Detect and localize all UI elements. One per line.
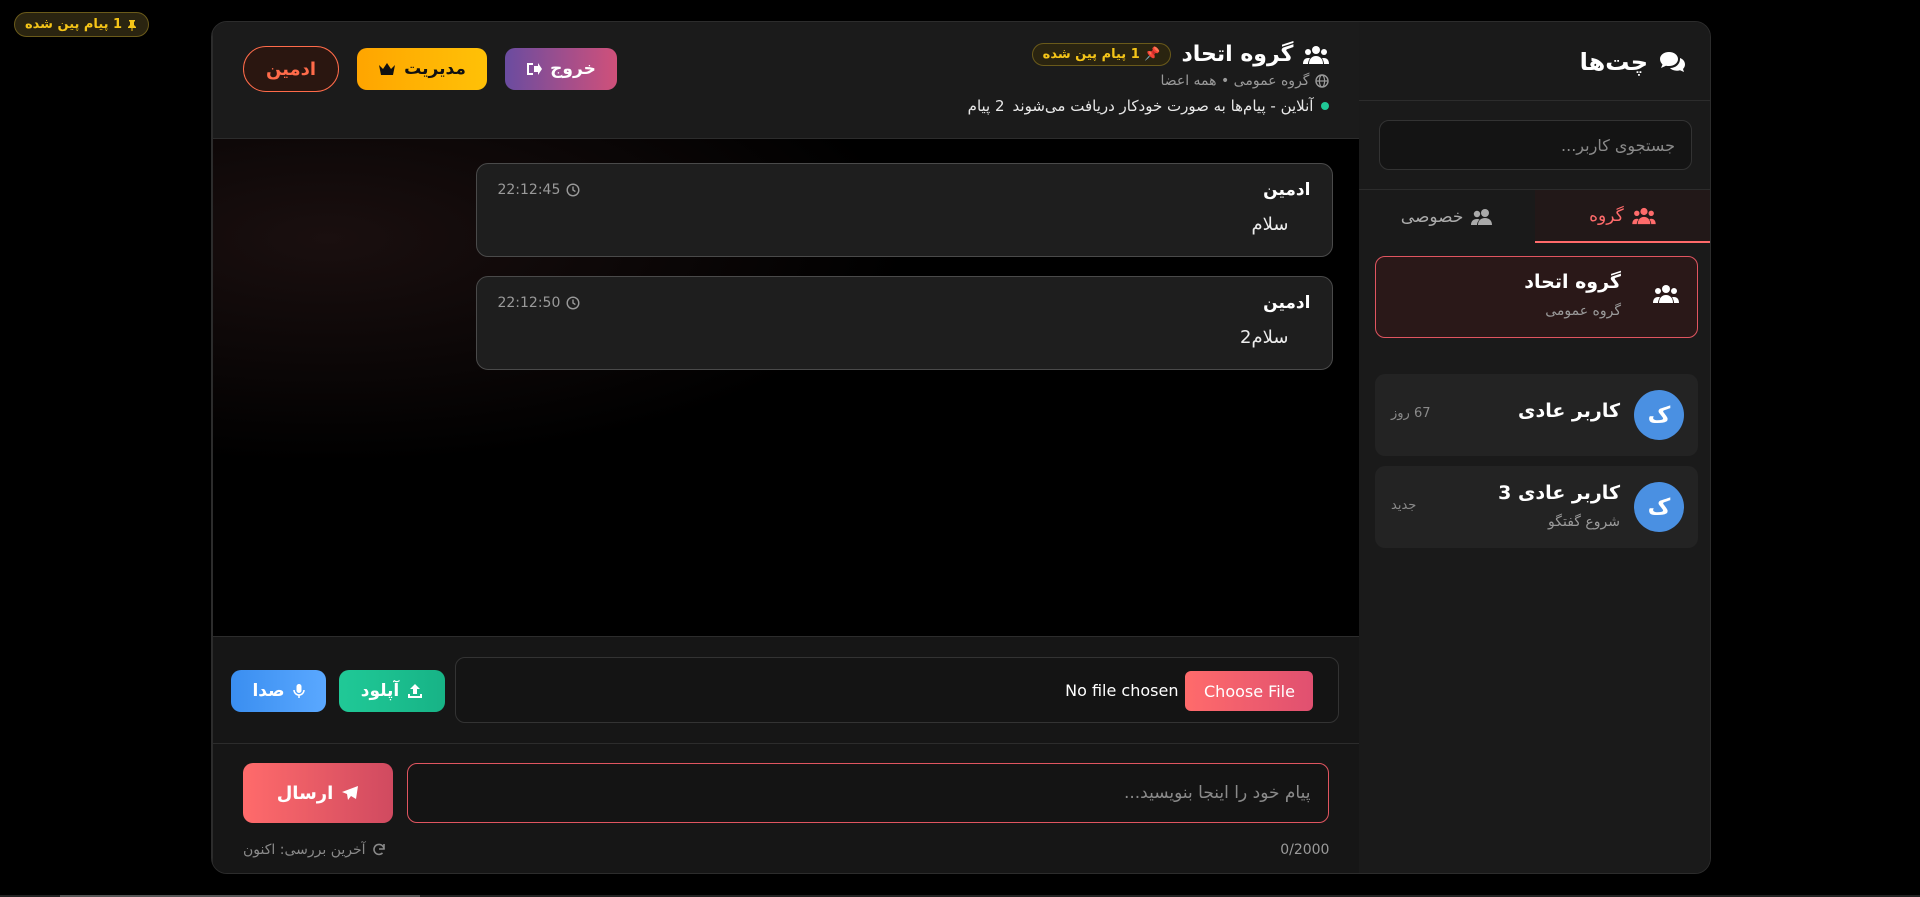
tab-group[interactable]: گروه: [1534, 190, 1710, 243]
pinned-messages-label: 1 پیام پین شده: [25, 17, 123, 32]
upload-button[interactable]: آپلود: [339, 670, 445, 712]
message-bubble[interactable]: ادمین سلام 22:12:45: [476, 163, 1334, 257]
message-time: 22:12:50: [497, 295, 580, 311]
chat-header: گروه اتحاد 📌 1 پیام پین شده گروه عمومی •…: [213, 22, 1360, 139]
sidebar: چت‌ها گروه خصوصی گروه اتحاد گرو: [1359, 22, 1710, 873]
online-status: آنلاین - پیام‌ها به صورت خودکار دریافت م…: [968, 97, 1330, 115]
group-name: گروه اتحاد: [1524, 271, 1621, 293]
file-input[interactable]: Choose File No file chosen: [455, 657, 1340, 723]
message-time: 22:12:45: [497, 182, 580, 198]
last-check-status: آخرین بررسی: اکنون: [243, 842, 386, 858]
sidebar-title: چت‌ها: [1580, 42, 1686, 82]
microphone-icon: [292, 683, 305, 699]
user-search-input[interactable]: [1379, 120, 1692, 170]
clock-icon: [566, 296, 580, 310]
user-name: کاربر عادی 3: [1498, 482, 1620, 504]
exit-button[interactable]: خروج: [505, 48, 617, 90]
message-list: ادمین سلام 22:12:45 ادمین سلام2 22:12:50: [213, 139, 1360, 636]
chat-panel: گروه اتحاد 📌 1 پیام پین شده گروه عمومی •…: [212, 22, 1360, 873]
pinned-badge[interactable]: 📌 1 پیام پین شده: [1031, 43, 1172, 66]
header-actions: ادمین مدیریت خروج: [243, 46, 617, 92]
user-friends-icon: [1471, 208, 1493, 226]
message-text: سلام: [1251, 214, 1289, 235]
choose-file-button[interactable]: Choose File: [1185, 671, 1314, 711]
crown-icon: [378, 62, 396, 76]
compose-bar: ارسال 0/2000 آخرین بررسی: اکنون: [213, 743, 1360, 873]
send-button[interactable]: ارسال: [243, 763, 393, 823]
pinned-messages-badge[interactable]: 1 پیام پین شده: [14, 12, 150, 37]
globe-icon: [1315, 74, 1330, 88]
chat-app: گروه اتحاد 📌 1 پیام پین شده گروه عمومی •…: [211, 21, 1711, 874]
users-icon: [1631, 207, 1656, 225]
pin-icon: [126, 19, 138, 31]
manage-button[interactable]: مدیریت: [357, 48, 487, 90]
last-seen: 67 روز: [1391, 406, 1431, 421]
admin-button[interactable]: ادمین: [243, 46, 339, 92]
refresh-icon: [372, 843, 386, 857]
message-sender: ادمین: [1263, 293, 1311, 313]
online-dot: [1321, 102, 1330, 110]
tab-private[interactable]: خصوصی: [1359, 190, 1534, 243]
upload-bar: Choose File No file chosen آپلود صدا: [213, 636, 1360, 743]
message-count: 2 پیام: [967, 97, 1005, 115]
comments-icon: [1658, 50, 1686, 74]
message-input[interactable]: [407, 763, 1330, 823]
group-chat-item[interactable]: گروه اتحاد گروه عمومی: [1375, 256, 1698, 338]
user-chat-item[interactable]: ک کاربر عادی 67 روز: [1375, 374, 1698, 456]
group-description: گروه عمومی: [1545, 303, 1621, 319]
group-icon: [1303, 44, 1330, 66]
voice-button[interactable]: صدا: [231, 670, 326, 712]
chat-header-info: گروه اتحاد 📌 1 پیام پین شده گروه عمومی •…: [968, 42, 1330, 115]
clock-icon: [566, 183, 580, 197]
avatar: ک: [1634, 390, 1684, 440]
char-counter: 0/2000: [1280, 842, 1330, 858]
user-name: کاربر عادی: [1518, 400, 1620, 422]
upload-icon: [407, 683, 423, 699]
sign-out-icon: [526, 62, 543, 76]
file-status: No file chosen: [1065, 681, 1179, 700]
chat-title: گروه اتحاد: [1181, 42, 1294, 67]
new-badge: جدید: [1391, 498, 1417, 513]
message-bubble[interactable]: ادمین سلام2 22:12:50: [476, 276, 1334, 370]
user-chat-item[interactable]: ک کاربر عادی 3 شروع گفتگو جدید: [1375, 466, 1698, 548]
user-status: شروع گفتگو: [1548, 514, 1620, 530]
chat-subtitle: گروه عمومی • همه اعضا: [968, 73, 1330, 89]
paper-plane-icon: [341, 785, 359, 801]
group-icon: [1653, 283, 1679, 305]
message-text: سلام2: [1240, 327, 1289, 348]
avatar: ک: [1634, 482, 1684, 532]
chat-tabs: گروه خصوصی: [1359, 189, 1710, 243]
message-sender: ادمین: [1263, 180, 1311, 200]
divider: [1359, 100, 1710, 101]
